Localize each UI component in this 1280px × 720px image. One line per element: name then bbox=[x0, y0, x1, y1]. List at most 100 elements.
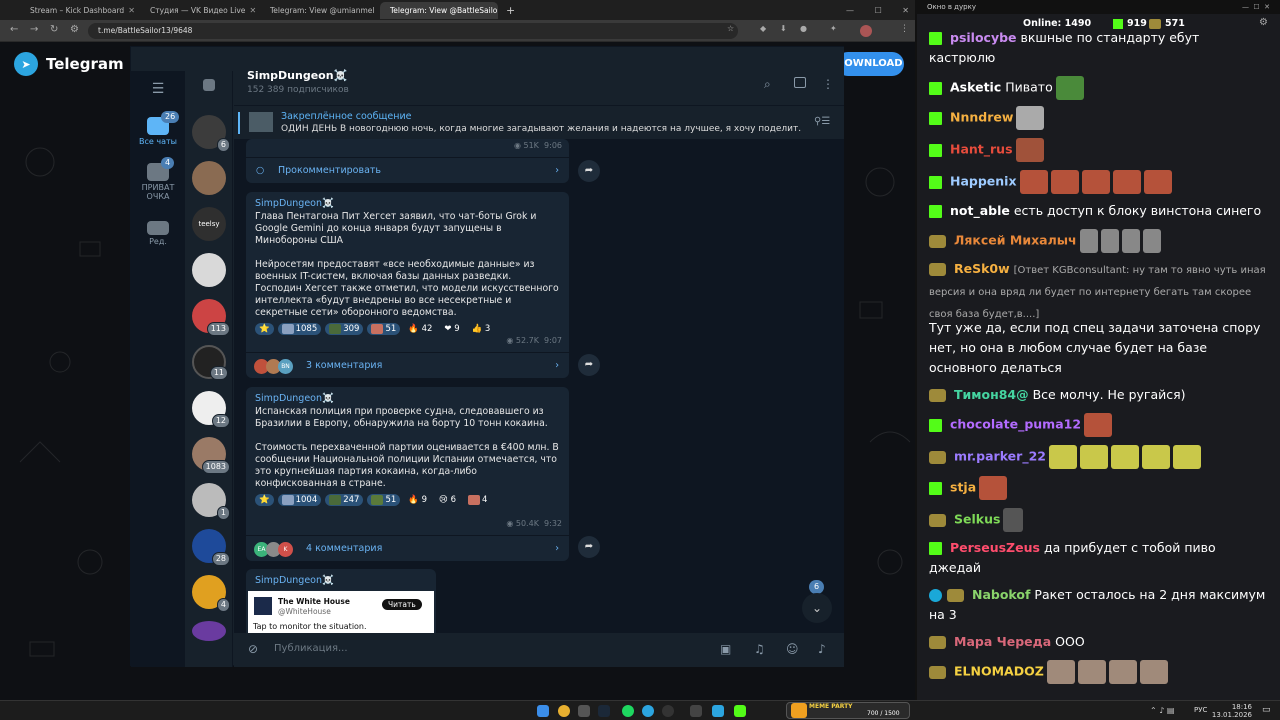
chat-avatar[interactable]: 1083 bbox=[192, 437, 230, 474]
bookmark-star-icon[interactable]: ☆ bbox=[727, 24, 734, 33]
reaction[interactable]: 😢 6 bbox=[435, 494, 460, 506]
message-input[interactable]: Публикация... bbox=[274, 643, 348, 654]
tab-vk[interactable]: Студия — VK Видео Live ✕ bbox=[140, 2, 258, 19]
reload-icon[interactable]: ↻ bbox=[50, 24, 58, 35]
notification-icon[interactable]: ▭ bbox=[1262, 705, 1271, 715]
channel-title[interactable]: SimpDungeon☠️ bbox=[247, 69, 347, 82]
schedule-icon[interactable]: ▣ bbox=[720, 642, 731, 656]
chat-avatar[interactable]: 11 bbox=[192, 345, 228, 380]
comment-link[interactable]: EA K 4 комментария › bbox=[246, 535, 569, 561]
download-icon[interactable]: ⬇ bbox=[780, 24, 787, 33]
menu-icon[interactable]: ⋮ bbox=[900, 24, 909, 34]
sidebar-toggle-icon[interactable] bbox=[794, 77, 806, 88]
menu-icon[interactable]: ☰ bbox=[131, 81, 185, 97]
attach-icon[interactable]: ⊘ bbox=[248, 642, 258, 656]
read-button[interactable]: Читать bbox=[382, 599, 422, 610]
scroll-down-button[interactable]: ⌄ bbox=[802, 593, 832, 623]
extension-icon[interactable]: ● bbox=[800, 24, 807, 33]
reaction[interactable]: 309 bbox=[325, 323, 364, 335]
steam-icon[interactable] bbox=[598, 705, 610, 717]
reaction[interactable]: 👍 3 bbox=[468, 323, 495, 335]
chat-avatar[interactable]: 28 bbox=[192, 529, 230, 566]
telegram-icon[interactable] bbox=[642, 705, 654, 717]
chrome-icon[interactable] bbox=[558, 705, 570, 717]
chevron-right-icon: › bbox=[555, 360, 559, 371]
window-controls[interactable]: — ☐ ✕ bbox=[1242, 0, 1270, 14]
chat-avatar[interactable]: 4 bbox=[192, 575, 230, 612]
unread-badge: 12 bbox=[211, 414, 230, 428]
embedded-tweet[interactable]: The White House @WhiteHouse Читать Tap t… bbox=[248, 591, 434, 635]
comment-link[interactable]: ○ Прокомментировать › bbox=[246, 157, 569, 183]
tune-icon[interactable]: ⚙ bbox=[70, 24, 79, 35]
back-icon[interactable]: ← bbox=[10, 24, 18, 35]
chat-avatar[interactable] bbox=[192, 253, 226, 287]
forward-button[interactable]: ➦ bbox=[578, 160, 600, 182]
clock[interactable]: 18:16 13.01.2026 bbox=[1212, 703, 1252, 719]
folder-all-chats[interactable]: Все чаты 26 bbox=[131, 111, 185, 146]
chat-avatar[interactable] bbox=[192, 621, 226, 641]
chat-avatar[interactable]: 113 bbox=[192, 299, 230, 336]
close-icon[interactable]: ✕ bbox=[249, 6, 256, 15]
chat-avatar[interactable]: 6 bbox=[192, 115, 230, 152]
close-icon[interactable]: ✕ bbox=[128, 6, 135, 15]
reaction[interactable]: 🔥 9 bbox=[404, 494, 431, 506]
windows-start-icon[interactable] bbox=[537, 705, 549, 717]
reaction[interactable]: 4 bbox=[464, 494, 491, 506]
reaction[interactable]: 247 bbox=[325, 494, 364, 506]
folder-edit[interactable]: Ред. bbox=[131, 221, 185, 246]
tray-icons[interactable]: ⌃ ♪ ▤ bbox=[1150, 706, 1174, 715]
download-button[interactable]: DOWNLOAD bbox=[836, 52, 904, 76]
meme-party-widget[interactable]: MEME PARTY 700 / 1500 bbox=[786, 702, 910, 719]
tab-telegram-1[interactable]: Telegram: View @umianmel✕ bbox=[260, 2, 378, 19]
chat-avatar[interactable]: 12 bbox=[192, 391, 230, 428]
kick-icon[interactable] bbox=[734, 705, 746, 717]
reaction[interactable]: 1085 bbox=[277, 323, 322, 335]
forward-button[interactable]: ➦ bbox=[578, 536, 600, 558]
emoji-icon[interactable]: ☺ bbox=[786, 642, 799, 656]
profile-avatar[interactable] bbox=[860, 25, 872, 37]
settings-icon[interactable]: ⚙ bbox=[1259, 17, 1268, 28]
pin-list-icon[interactable]: ⚲☰ bbox=[814, 116, 830, 127]
window-controls[interactable]: — ☐ ✕ bbox=[840, 2, 915, 19]
explorer-icon[interactable] bbox=[578, 705, 590, 717]
maximize-icon[interactable]: ☐ bbox=[875, 6, 882, 15]
reaction[interactable]: 1004 bbox=[277, 494, 322, 506]
chat-avatar[interactable]: teelsy bbox=[192, 207, 226, 241]
telegram-desktop-icon[interactable] bbox=[712, 705, 724, 717]
comment-link[interactable]: BN 3 комментария › bbox=[246, 352, 569, 378]
pinned-message-bar[interactable]: Закреплённое сообщение ОДИН ДЕНЬ В новог… bbox=[234, 105, 844, 139]
reaction[interactable]: 51 bbox=[367, 323, 401, 335]
extension-icon[interactable]: ◆ bbox=[760, 24, 766, 33]
archive-icon[interactable] bbox=[203, 79, 215, 91]
language-indicator[interactable]: РУС bbox=[1194, 706, 1207, 714]
extensions-puzzle-icon[interactable]: ✦ bbox=[830, 24, 837, 33]
forward-icon[interactable]: → bbox=[30, 24, 38, 35]
telegram-logo[interactable]: ➤ Telegram bbox=[14, 52, 124, 76]
spotify-icon[interactable] bbox=[622, 705, 634, 717]
new-tab-button[interactable]: + bbox=[500, 2, 514, 19]
tab-kick[interactable]: Stream – Kick Dashboard ✕ bbox=[20, 2, 138, 19]
folder-private[interactable]: ПРИВАТ ОЧКА 4 bbox=[131, 157, 185, 201]
url-input[interactable]: t.me/BattleSailor13/9648 bbox=[88, 23, 738, 39]
more-icon[interactable]: ⋮ bbox=[822, 77, 836, 91]
tab-telegram-2[interactable]: Telegram: View @BattleSailor13✕ bbox=[380, 2, 498, 19]
close-icon[interactable]: ✕ bbox=[902, 6, 909, 15]
post-author[interactable]: SimpDungeon☠️ bbox=[255, 575, 427, 587]
minimize-icon[interactable]: — bbox=[846, 6, 854, 15]
composer: ⊘ Публикация... ▣ ♫ ☺ ♪ bbox=[234, 633, 844, 667]
reaction[interactable]: 🔥 42 bbox=[404, 323, 436, 335]
post-author[interactable]: SimpDungeon☠️ bbox=[255, 198, 560, 210]
reaction[interactable]: ⭐ bbox=[255, 323, 274, 335]
reaction[interactable]: ❤ 9 bbox=[440, 323, 463, 335]
app-icon[interactable] bbox=[690, 705, 702, 717]
chat-avatar[interactable]: 1 bbox=[192, 483, 230, 520]
reaction[interactable]: 51 bbox=[367, 494, 401, 506]
forward-button[interactable]: ➦ bbox=[578, 354, 600, 376]
chat-avatar[interactable] bbox=[192, 161, 226, 195]
bell-icon[interactable]: ♫ bbox=[754, 642, 765, 656]
reaction[interactable]: ⭐ bbox=[255, 494, 274, 506]
post-author[interactable]: SimpDungeon☠️ bbox=[255, 393, 560, 405]
microphone-icon[interactable]: ♪ bbox=[818, 642, 826, 656]
search-icon[interactable]: ⌕ bbox=[764, 77, 778, 91]
obs-icon[interactable] bbox=[662, 705, 674, 717]
